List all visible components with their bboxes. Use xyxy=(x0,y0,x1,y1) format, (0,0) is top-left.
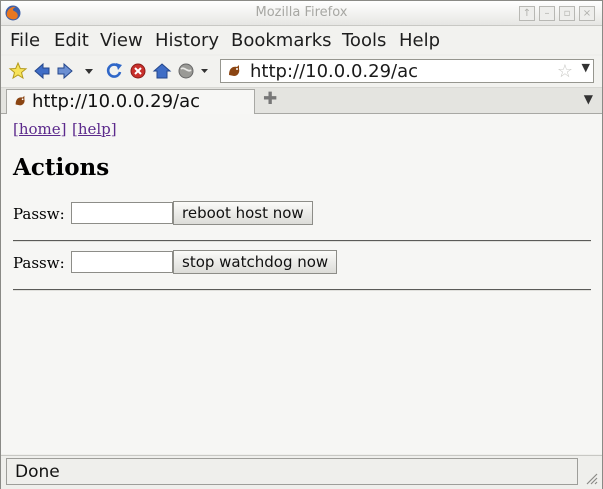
home-icon[interactable] xyxy=(152,61,172,81)
globe-icon[interactable] xyxy=(176,61,196,81)
url-text[interactable]: http://10.0.0.29/ac xyxy=(250,61,418,82)
tab-strip: http://10.0.0.29/ac ✚ ▼ xyxy=(1,88,602,114)
back-icon[interactable] xyxy=(32,61,52,81)
close-button[interactable]: × xyxy=(579,6,595,21)
reload-icon[interactable] xyxy=(104,61,124,81)
browser-window: Mozilla Firefox ↑ – ▫ × File Edit View H… xyxy=(0,0,603,489)
divider xyxy=(13,240,591,242)
menu-view[interactable]: View xyxy=(100,30,143,51)
resize-grip-icon[interactable] xyxy=(584,471,598,485)
tab-list-dropdown-icon[interactable]: ▼ xyxy=(584,92,593,106)
history-dropdown-icon[interactable] xyxy=(79,61,99,81)
password-label: Passw: xyxy=(13,254,65,272)
help-link[interactable]: [help] xyxy=(72,120,117,138)
menu-bar: File Edit View History Bookmarks Tools H… xyxy=(1,26,602,54)
url-bar[interactable]: http://10.0.0.29/ac ☆ ▼ xyxy=(220,59,594,83)
status-text: Done xyxy=(15,462,60,482)
tab-active[interactable]: http://10.0.0.29/ac xyxy=(6,89,255,114)
menu-edit[interactable]: Edit xyxy=(54,30,89,51)
watchdog-password-input[interactable] xyxy=(71,251,173,273)
stop-icon[interactable] xyxy=(128,61,148,81)
navigation-toolbar: http://10.0.0.29/ac ☆ ▼ xyxy=(1,56,602,88)
new-bookmark-icon[interactable] xyxy=(8,61,28,81)
reboot-host-button[interactable]: reboot host now xyxy=(173,201,313,225)
window-up-button[interactable]: ↑ xyxy=(519,6,535,21)
page-heading: Actions xyxy=(13,154,110,181)
divider xyxy=(13,289,591,291)
maximize-button[interactable]: ▫ xyxy=(559,6,575,21)
page-content: [home] [help] Actions Passw: reboot host… xyxy=(1,114,602,454)
tab-favicon-icon xyxy=(15,95,25,106)
bookmark-star-icon[interactable]: ☆ xyxy=(557,61,573,82)
globe-dropdown-icon[interactable] xyxy=(196,61,216,81)
stop-watchdog-button[interactable]: stop watchdog now xyxy=(173,250,338,274)
site-favicon-icon xyxy=(229,65,240,76)
window-title: Mozilla Firefox xyxy=(255,5,348,20)
new-tab-icon[interactable]: ✚ xyxy=(263,89,277,109)
reboot-password-input[interactable] xyxy=(71,202,173,224)
menu-history[interactable]: History xyxy=(155,30,219,51)
status-panel: Done xyxy=(6,458,578,485)
menu-help[interactable]: Help xyxy=(399,30,440,51)
password-label: Passw: xyxy=(13,205,65,223)
forward-icon[interactable] xyxy=(55,61,75,81)
menu-bookmarks[interactable]: Bookmarks xyxy=(231,30,332,51)
url-dropdown-icon[interactable]: ▼ xyxy=(582,61,590,74)
status-bar: Done xyxy=(1,455,602,489)
menu-tools[interactable]: Tools xyxy=(342,30,386,51)
minimize-button[interactable]: – xyxy=(539,6,555,21)
title-bar: Mozilla Firefox ↑ – ▫ × xyxy=(1,1,602,26)
home-link[interactable]: [home] xyxy=(13,120,67,138)
menu-file[interactable]: File xyxy=(10,30,40,51)
tab-title: http://10.0.0.29/ac xyxy=(32,91,201,112)
